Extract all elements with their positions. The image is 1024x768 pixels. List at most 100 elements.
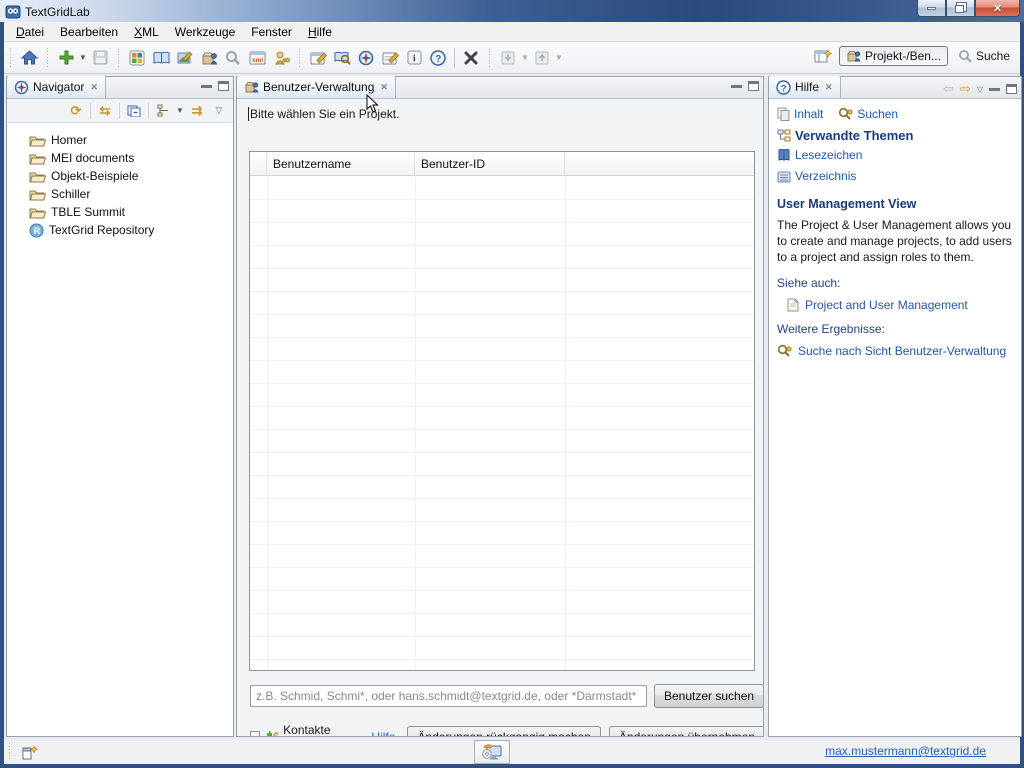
column-header-empty[interactable] (250, 152, 267, 175)
menu-werkzeuge[interactable]: Werkzeuge (167, 23, 243, 41)
toolbar-handle[interactable] (117, 48, 120, 68)
info-icon[interactable]: i (403, 47, 425, 69)
user-table-body[interactable] (250, 177, 754, 670)
user-search-button[interactable]: Benutzer suchen (654, 684, 763, 708)
user-table[interactable]: Benutzername Benutzer-ID (249, 151, 755, 671)
more-results-link[interactable]: Suche nach Sicht Benutzer-Verwaltung (798, 344, 1006, 358)
text-caret (248, 107, 249, 121)
help-link[interactable]: Hilfe (371, 730, 395, 736)
delete-x-icon[interactable] (460, 47, 482, 69)
go-into-icon[interactable]: ⇉ (187, 101, 207, 121)
perspective-search-button[interactable]: Suche (954, 47, 1014, 66)
book-magnifier-icon[interactable] (331, 47, 353, 69)
image-pencil-icon[interactable] (174, 47, 196, 69)
compass-icon[interactable] (355, 47, 377, 69)
perspective-current-label: Projekt-/Ben... (865, 49, 941, 63)
open-perspective-icon[interactable] (812, 45, 834, 67)
minimize-view-icon[interactable] (989, 87, 1000, 91)
view-menu-icon[interactable]: ▽ (209, 101, 229, 121)
help-tab-bar: ? Hilfe ✕ ⇦ ⇨ ▽ (769, 77, 1021, 99)
see-also-link[interactable]: Project and User Management (805, 298, 968, 312)
restore-button[interactable] (946, 0, 975, 17)
help-icon[interactable]: ? (427, 47, 449, 69)
um-footer-row: Kontakte anzeigen Hilfe Änderungen rückg… (250, 724, 763, 736)
toolbar-handle[interactable] (46, 48, 49, 68)
refresh-icon[interactable]: ⟳ (66, 101, 86, 121)
add-dropdown-icon[interactable]: ▼ (78, 53, 88, 62)
help-index-link[interactable]: Verzeichnis (777, 169, 856, 183)
navigator-toolbar: ⟳ ⇆ ▼ ⇉ ▽ (7, 99, 233, 123)
menu-hilfe[interactable]: Hilfe (300, 23, 340, 41)
perspective-user-management-button[interactable]: Projekt-/Ben... (839, 46, 948, 66)
tree-layout-icon[interactable] (153, 101, 173, 121)
menu-fenster[interactable]: Fenster (243, 23, 300, 41)
toolbar-handle[interactable] (9, 48, 12, 68)
back-icon: ⇦ (943, 81, 954, 97)
user-search-input[interactable] (250, 685, 647, 707)
close-icon[interactable]: ✕ (378, 82, 388, 93)
um-content: Bitte wählen Sie ein Projekt. Benutzerna… (237, 99, 763, 736)
bookmarks-icon (777, 148, 791, 162)
menu-xml[interactable]: XML (126, 23, 167, 41)
close-icon[interactable]: ✕ (88, 82, 98, 93)
collapse-all-icon[interactable] (124, 101, 144, 121)
um-search-row: Benutzer suchen (250, 684, 756, 708)
toolbar-handle[interactable] (488, 48, 491, 68)
menu-bearbeiten[interactable]: Bearbeiten (52, 23, 126, 41)
tree-item-textgrid-repository[interactable]: R TextGrid Repository (29, 221, 233, 239)
help-article: User Management View The Project & User … (777, 197, 1013, 358)
minimize-view-icon[interactable] (731, 84, 742, 88)
apply-changes-button[interactable]: Änderungen übernehmen (609, 726, 763, 736)
folder-icon (29, 170, 46, 183)
mouse-cursor (366, 94, 380, 114)
help-related-topics-link[interactable]: Verwandte Themen (777, 128, 913, 143)
xml-window-icon[interactable]: xml (246, 47, 268, 69)
column-header-benutzer-id[interactable]: Benutzer-ID (415, 152, 565, 175)
box-user-icon[interactable] (198, 47, 220, 69)
tree-item-mei-documents[interactable]: MEI documents (29, 149, 233, 167)
tree-item-tble-summit[interactable]: TBLE Summit (29, 203, 233, 221)
maximize-view-icon[interactable] (218, 81, 229, 91)
toolbar-handle[interactable] (298, 48, 301, 68)
column-header-rest[interactable] (565, 152, 754, 175)
tree-layout-dropdown-icon[interactable]: ▼ (175, 106, 185, 115)
window-title: TextGridLab (25, 4, 90, 19)
close-button[interactable]: ✕ (975, 0, 1020, 17)
maximize-view-icon[interactable] (1006, 84, 1017, 94)
close-icon[interactable]: ✕ (823, 82, 833, 93)
window-pencil-icon[interactable] (307, 47, 329, 69)
add-icon[interactable] (55, 47, 77, 69)
link-editor-icon[interactable]: ⇆ (95, 101, 115, 121)
column-header-benutzername[interactable]: Benutzername (267, 152, 415, 175)
tree-item-schiller[interactable]: Schiller (29, 185, 233, 203)
undo-changes-button[interactable]: Änderungen rückgangig machen (407, 726, 600, 736)
minimize-button[interactable] (917, 0, 946, 17)
forward-icon[interactable]: ⇨ (960, 81, 971, 97)
show-contacts-checkbox[interactable] (250, 731, 260, 737)
tab-hilfe[interactable]: ? Hilfe ✕ (769, 76, 841, 98)
user-key-icon[interactable] (270, 47, 292, 69)
workspace: Navigator ✕ ⟳ ⇆ ▼ (4, 74, 1020, 740)
tree-item-objekt-beispiele[interactable]: Objekt-Beispiele (29, 167, 233, 185)
home-icon[interactable] (18, 47, 40, 69)
help-search-link[interactable]: Suchen (838, 107, 898, 121)
tree-item-homer[interactable]: Homer (29, 131, 233, 149)
window-titlebar[interactable]: TextGridLab ✕ (0, 0, 1024, 22)
navigator-tab-bar: Navigator ✕ (7, 77, 233, 99)
logged-in-user-link[interactable]: max.mustermann@textgrid.de (825, 744, 986, 758)
navigator-compass-icon (14, 80, 29, 95)
help-contents-link[interactable]: Inhalt (777, 107, 823, 121)
maximize-view-icon[interactable] (748, 81, 759, 91)
help-bookmarks-link[interactable]: Lesezeichen (777, 148, 862, 162)
view-menu-icon[interactable]: ▽ (977, 85, 983, 94)
window-pencil2-icon[interactable] (379, 47, 401, 69)
minimize-view-icon[interactable] (201, 84, 212, 88)
menu-datei[interactable]: Datei (8, 23, 52, 41)
navigator-view: Navigator ✕ ⟳ ⇆ ▼ (6, 76, 234, 737)
repository-status-button[interactable] (474, 740, 510, 764)
dictionary-icon[interactable] (150, 47, 172, 69)
um-message-bar: Bitte wählen Sie ein Projekt. (237, 99, 763, 129)
gallery-icon[interactable] (126, 47, 148, 69)
fast-view-icon[interactable] (21, 744, 41, 761)
tab-navigator[interactable]: Navigator ✕ (7, 76, 106, 98)
